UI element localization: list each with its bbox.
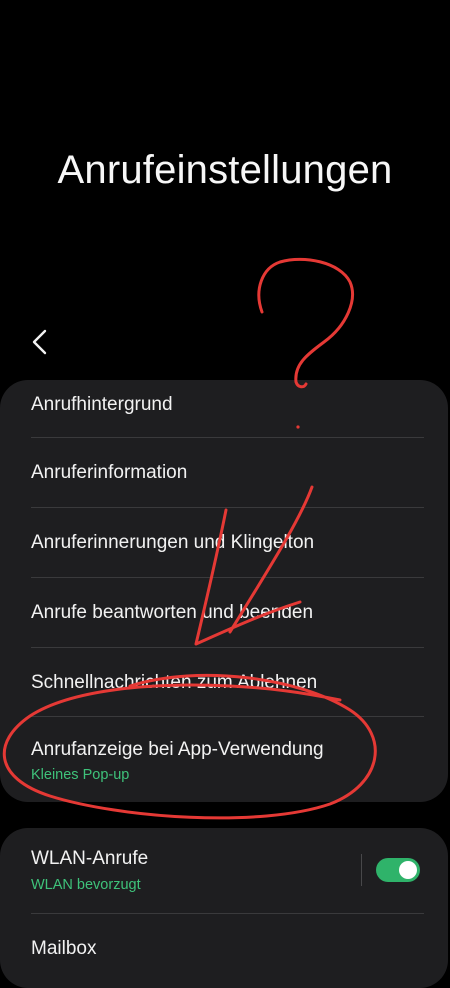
settings-item-answer-end-calls[interactable]: Anrufe beantworten und beenden xyxy=(0,578,448,647)
settings-item-label: Anruferinformation xyxy=(31,462,188,483)
settings-item-label: Anrufanzeige bei App-Verwendung xyxy=(31,739,324,760)
settings-item-label: WLAN-Anrufe xyxy=(31,848,149,869)
toggle-separator xyxy=(361,854,362,886)
chevron-left-icon xyxy=(32,329,47,355)
settings-item-value: WLAN bevorzugt xyxy=(31,877,141,893)
settings-item-label: Mailbox xyxy=(31,938,97,959)
settings-item-caller-info[interactable]: Anruferinformation xyxy=(0,438,448,507)
toggle-knob xyxy=(399,861,417,879)
settings-item-label: Anruferinnerungen und Klingelton xyxy=(31,532,315,553)
settings-item-quick-decline-messages[interactable]: Schnellnachrichten zum Ablehnen xyxy=(0,648,448,716)
settings-card-wifi-mailbox: WLAN-Anrufe WLAN bevorzugt Mailbox xyxy=(0,828,448,988)
settings-item-mailbox[interactable]: Mailbox xyxy=(0,914,448,988)
settings-card-calls: Anrufhintergrund Anruferinformation Anru… xyxy=(0,380,448,802)
wifi-calling-toggle[interactable] xyxy=(376,858,420,882)
back-button[interactable] xyxy=(20,322,60,362)
settings-item-call-background[interactable]: Anrufhintergrund xyxy=(0,380,448,437)
settings-item-label: Anrufe beantworten und beenden xyxy=(31,602,314,623)
question-mark-drawing xyxy=(257,257,354,389)
settings-item-reminders-ringtone[interactable]: Anruferinnerungen und Klingelton xyxy=(0,508,448,577)
settings-item-call-display-in-app[interactable]: Anrufanzeige bei App-Verwendung Kleines … xyxy=(0,717,448,802)
page-title: Anrufeinstellungen xyxy=(57,148,393,192)
settings-item-label: Anrufhintergrund xyxy=(31,394,173,415)
settings-item-label: Schnellnachrichten zum Ablehnen xyxy=(31,672,318,693)
settings-item-wifi-calling[interactable]: WLAN-Anrufe WLAN bevorzugt xyxy=(0,828,448,913)
settings-item-value: Kleines Pop-up xyxy=(31,767,130,783)
